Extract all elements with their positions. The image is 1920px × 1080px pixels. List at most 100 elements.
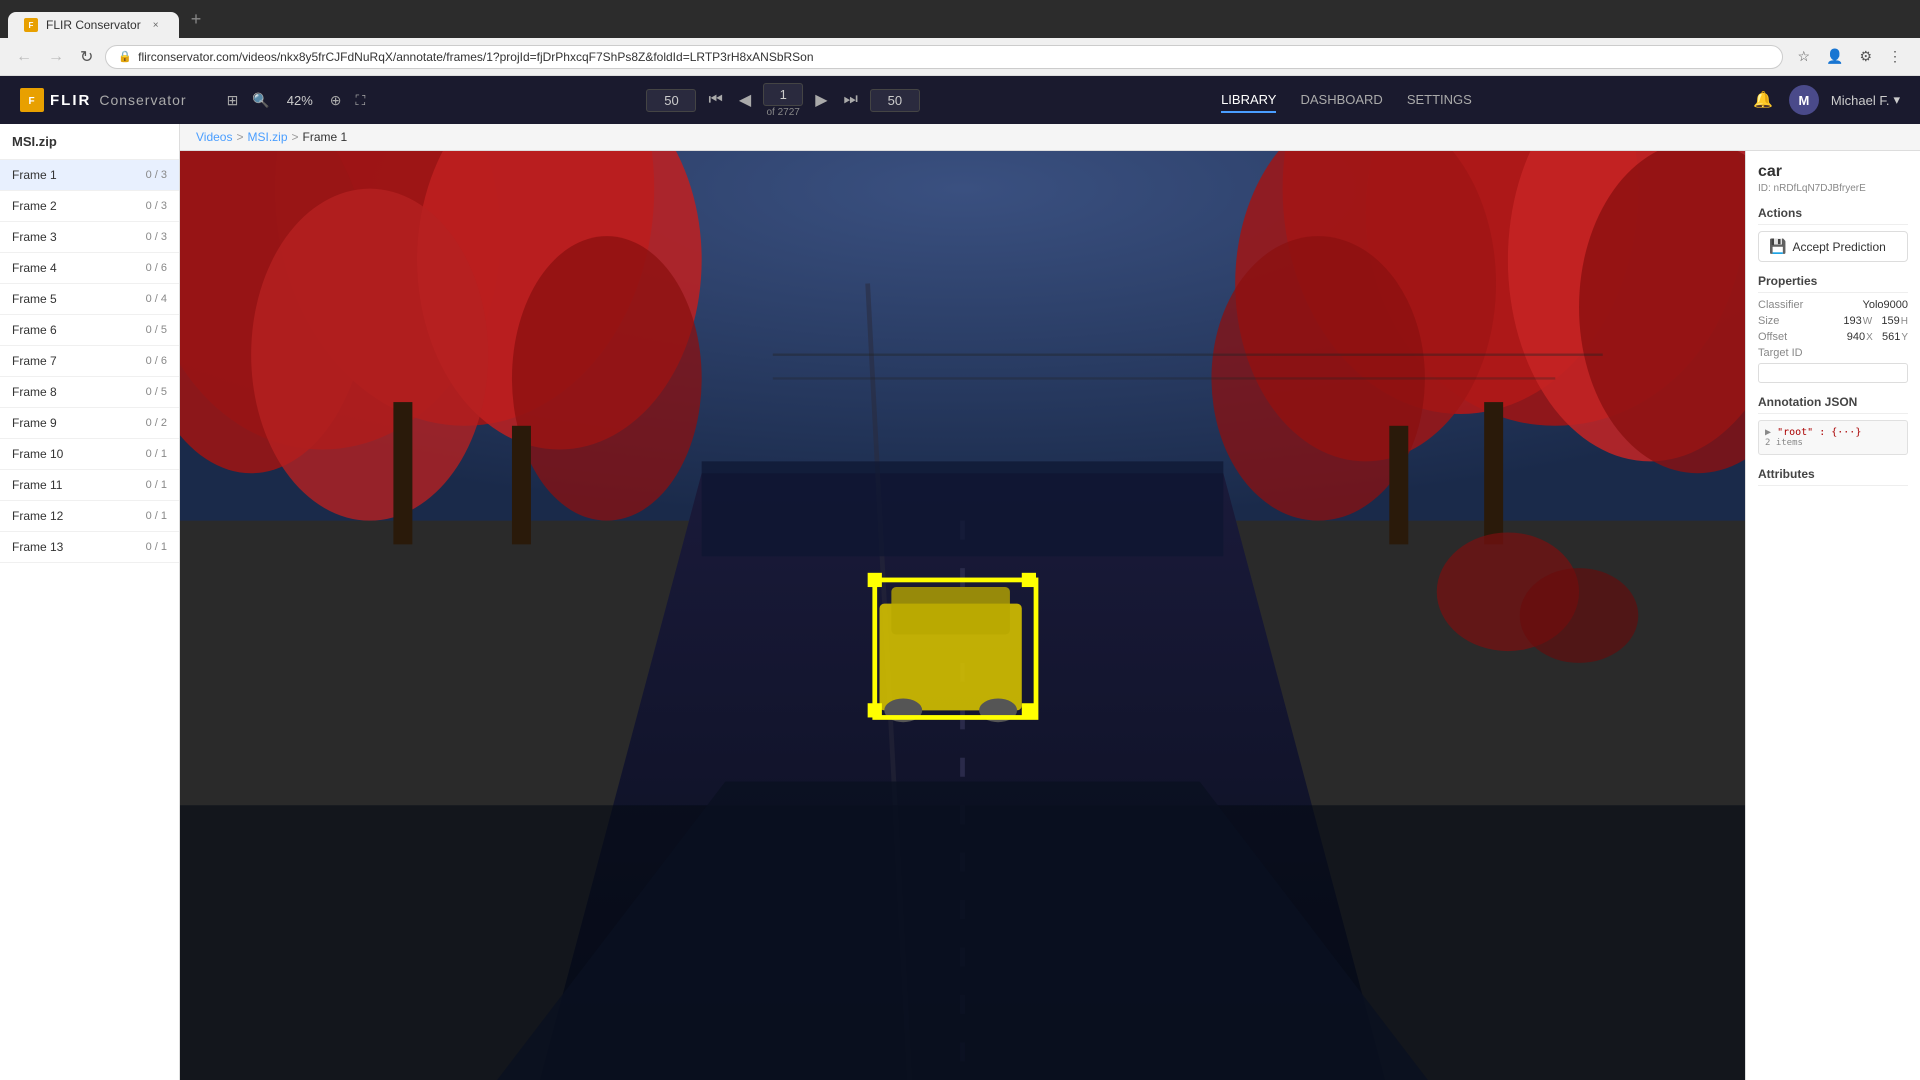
flir-logo: F FLIR Conservator: [20, 88, 187, 112]
actions-label: Actions: [1758, 206, 1908, 225]
json-root-row[interactable]: ▶ "root" : {···}: [1765, 427, 1901, 438]
sidebar-item-frame4[interactable]: Frame 4 0 / 6: [0, 253, 179, 284]
save-icon: 💾: [1769, 238, 1786, 255]
tab-favicon: F: [24, 18, 38, 32]
grid-view-button[interactable]: ⊞: [223, 88, 243, 113]
sidebar-item-frame1[interactable]: Frame 1 0 / 3: [0, 160, 179, 191]
breadcrumb-sep2: >: [292, 130, 299, 144]
size-value: 193W 159H: [1843, 315, 1908, 327]
actions-section: Actions 💾 Accept Prediction: [1758, 206, 1908, 262]
sidebar-title: MSI.zip: [0, 124, 179, 160]
size-row: Size 193W 159H: [1758, 315, 1908, 327]
svg-text:F: F: [28, 96, 35, 107]
breadcrumb: Videos > MSI.zip > Frame 1: [180, 124, 1920, 151]
breadcrumb-videos[interactable]: Videos: [196, 130, 232, 144]
flir-text: FLIR: [50, 92, 91, 109]
nav-library[interactable]: LIBRARY: [1221, 88, 1276, 113]
panel-id: ID: nRDfLqN7DJBfryerE: [1758, 183, 1908, 194]
toolbar-controls: ⊞ 🔍 42% ⊕ ⛶: [223, 88, 370, 113]
frame-nav: 50 ⏮ ◀ 1 of 2727 ▶ ⏭ 50: [646, 83, 919, 118]
flir-logo-icon: F: [20, 88, 44, 112]
new-tab-button[interactable]: +: [183, 5, 210, 34]
sidebar-item-frame9[interactable]: Frame 9 0 / 2: [0, 408, 179, 439]
header-right: 🔔 M Michael F. ▾: [1749, 85, 1900, 115]
breadcrumb-sep1: >: [236, 130, 243, 144]
extensions-button[interactable]: ⚙: [1853, 44, 1878, 69]
sidebar-item-frame6[interactable]: Frame 6 0 / 5: [0, 315, 179, 346]
content-area: Videos > MSI.zip > Frame 1: [180, 124, 1920, 1080]
tab-title: FLIR Conservator: [46, 18, 141, 32]
back-button[interactable]: ←: [12, 44, 36, 70]
image-right-row: car ID: nRDfLqN7DJBfryerE Actions 💾 Acce…: [180, 151, 1920, 1080]
next-frame-button[interactable]: ▶: [811, 88, 831, 112]
sidebar-item-frame12[interactable]: Frame 12 0 / 1: [0, 501, 179, 532]
first-frame-button[interactable]: ⏮: [704, 89, 726, 111]
sidebar-item-frame13[interactable]: Frame 13 0 / 1: [0, 532, 179, 563]
json-viewer: ▶ "root" : {···} 2 items: [1758, 420, 1908, 455]
zoom-out-button[interactable]: 🔍: [248, 88, 273, 113]
tab-bar: F FLIR Conservator × +: [0, 0, 1920, 38]
offset-value: 940X 561Y: [1847, 331, 1908, 343]
panel-title: car: [1758, 163, 1908, 181]
classifier-label: Classifier: [1758, 299, 1803, 311]
chevron-down-icon: ▾: [1893, 92, 1900, 108]
sidebar-item-frame5[interactable]: Frame 5 0 / 4: [0, 284, 179, 315]
nav-dashboard[interactable]: DASHBOARD: [1300, 88, 1382, 113]
notification-button[interactable]: 🔔: [1749, 86, 1777, 114]
frame-skip-right: 50: [870, 89, 920, 112]
bookmark-button[interactable]: ☆: [1791, 44, 1816, 69]
sidebar: MSI.zip Frame 1 0 / 3 Frame 2 0 / 3 Fram…: [0, 124, 180, 1080]
json-root-key: "root" : {···}: [1777, 427, 1861, 438]
tab-close-button[interactable]: ×: [149, 18, 163, 32]
breadcrumb-frame1: Frame 1: [303, 130, 348, 144]
image-area[interactable]: [180, 151, 1745, 1080]
browser-tab[interactable]: F FLIR Conservator ×: [8, 12, 179, 38]
breadcrumb-msizip[interactable]: MSI.zip: [248, 130, 288, 144]
nav-actions: ☆ 👤 ⚙ ⋮: [1791, 44, 1908, 69]
app-container: F FLIR Conservator ⊞ 🔍 42% ⊕ ⛶ 50 ⏮ ◀ 1: [0, 76, 1920, 1080]
conservator-text: Conservator: [99, 92, 186, 108]
forward-button[interactable]: →: [44, 44, 68, 70]
url-bar[interactable]: 🔒 flirconservator.com/videos/nkx8y5frCJF…: [105, 45, 1783, 69]
right-panel: car ID: nRDfLqN7DJBfryerE Actions 💾 Acce…: [1745, 151, 1920, 1080]
target-id-label: Target ID: [1758, 347, 1803, 359]
classifier-value: Yolo9000: [1863, 299, 1908, 311]
zoom-in-button[interactable]: ⊕: [326, 88, 346, 113]
json-items-count: 2 items: [1765, 438, 1901, 448]
offset-label: Offset: [1758, 331, 1787, 343]
prev-frame-button[interactable]: ◀: [735, 88, 755, 112]
offset-row: Offset 940X 561Y: [1758, 331, 1908, 343]
annotation-json-section: Annotation JSON ▶ "root" : {···} 2 items: [1758, 395, 1908, 455]
sidebar-item-frame11[interactable]: Frame 11 0 / 1: [0, 470, 179, 501]
target-id-input[interactable]: [1758, 363, 1908, 383]
fullscreen-button[interactable]: ⛶: [352, 88, 370, 113]
menu-button[interactable]: ⋮: [1882, 44, 1908, 69]
sidebar-item-frame3[interactable]: Frame 3 0 / 3: [0, 222, 179, 253]
infrared-image: [180, 151, 1745, 1080]
profile-button[interactable]: 👤: [1820, 44, 1849, 69]
last-frame-button[interactable]: ⏭: [840, 89, 862, 111]
nav-bar: ← → ↻ 🔒 flirconservator.com/videos/nkx8y…: [0, 38, 1920, 76]
json-expand-icon[interactable]: ▶: [1765, 427, 1771, 438]
attributes-label: Attributes: [1758, 467, 1908, 486]
target-id-row: Target ID: [1758, 347, 1908, 359]
user-name-button[interactable]: Michael F. ▾: [1831, 92, 1900, 108]
reload-button[interactable]: ↻: [76, 43, 97, 71]
accept-prediction-button[interactable]: 💾 Accept Prediction: [1758, 231, 1908, 262]
sidebar-item-frame7[interactable]: Frame 7 0 / 6: [0, 346, 179, 377]
nav-settings[interactable]: SETTINGS: [1407, 88, 1472, 113]
sidebar-item-frame10[interactable]: Frame 10 0 / 1: [0, 439, 179, 470]
properties-label: Properties: [1758, 274, 1908, 293]
url-text: flirconservator.com/videos/nkx8y5frCJFdN…: [138, 50, 1770, 64]
app-header: F FLIR Conservator ⊞ 🔍 42% ⊕ ⛶ 50 ⏮ ◀ 1: [0, 76, 1920, 124]
properties-section: Properties Classifier Yolo9000 Size 193W: [1758, 274, 1908, 383]
sidebar-item-frame8[interactable]: Frame 8 0 / 5: [0, 377, 179, 408]
attributes-section: Attributes: [1758, 467, 1908, 486]
frame-skip-left: 50: [646, 89, 696, 112]
size-label: Size: [1758, 315, 1779, 327]
main-content: MSI.zip Frame 1 0 / 3 Frame 2 0 / 3 Fram…: [0, 124, 1920, 1080]
lock-icon: 🔒: [118, 50, 132, 63]
sidebar-item-frame2[interactable]: Frame 2 0 / 3: [0, 191, 179, 222]
header-nav: LIBRARY DASHBOARD SETTINGS: [1221, 88, 1472, 113]
current-frame-input[interactable]: 1: [763, 83, 803, 106]
